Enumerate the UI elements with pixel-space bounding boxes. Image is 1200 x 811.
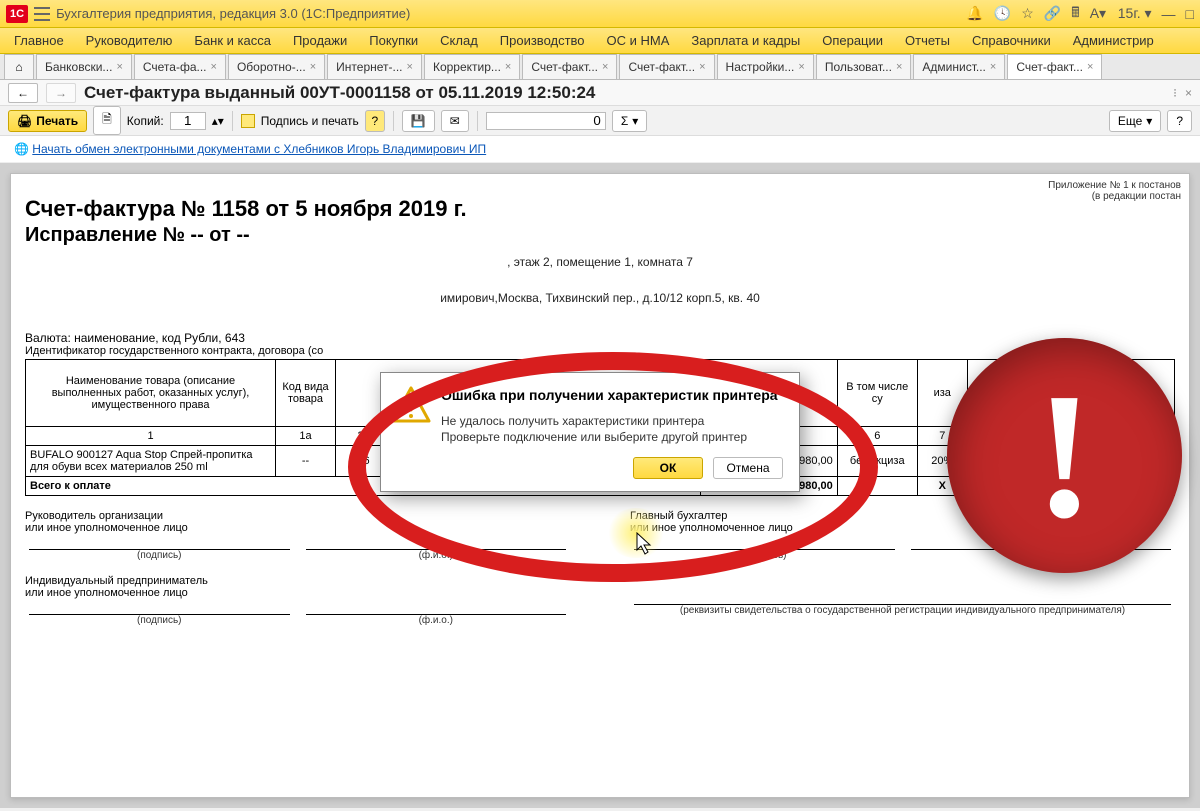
sign-help-button[interactable]: ? [365, 110, 385, 132]
menu-item[interactable]: Продажи [283, 29, 357, 52]
close-icon[interactable]: × [699, 61, 705, 73]
menu-item[interactable]: ОС и НМА [597, 29, 680, 52]
address-line-1: , этаж 2, помещение 1, комната 7 [25, 255, 1175, 269]
tab[interactable]: Оборотно-...× [228, 54, 325, 79]
copies-input[interactable] [170, 112, 206, 130]
save-button[interactable]: 💾 [402, 110, 435, 132]
mail-button[interactable]: ✉ [441, 110, 469, 132]
tab[interactable]: Счета-фа...× [134, 54, 226, 79]
address-line-2: имирович,Москва, Тихвинский пер., д.10/1… [25, 291, 1175, 305]
edo-icon: 🌐 [14, 142, 29, 156]
sigma-icon: Σ [621, 114, 628, 128]
page-title: Счет-фактура выданный 00УТ-0001158 от 05… [84, 83, 595, 103]
tab[interactable]: Счет-факт...× [619, 54, 714, 79]
min-icon[interactable]: — [1162, 6, 1176, 22]
menu-item[interactable]: Покупки [359, 29, 428, 52]
close-icon[interactable]: × [798, 61, 804, 73]
tab[interactable]: Корректир...× [424, 54, 520, 79]
history-icon[interactable]: 🕓 [994, 5, 1011, 22]
edo-link-line: 🌐 Начать обмен электронными документами … [0, 136, 1200, 163]
printer-icon: 🖨 [17, 114, 32, 128]
hamburger-icon[interactable] [34, 7, 50, 21]
navbar: ← → Счет-фактура выданный 00УТ-0001158 о… [0, 80, 1200, 106]
close-page-icon[interactable]: × [1185, 86, 1192, 100]
more-button[interactable]: Еще ▾ [1109, 110, 1161, 132]
bell-icon[interactable]: 🔔 [966, 5, 983, 22]
annex-note: Приложение № 1 к постанов (в редакции по… [1048, 180, 1181, 202]
menu-item[interactable]: Справочники [962, 29, 1061, 52]
th-name: Наименование товара (описание выполненны… [26, 360, 276, 427]
calc-icon[interactable]: 🖩 [1071, 2, 1079, 26]
annotation-exclamation-badge: ! [947, 338, 1182, 573]
forward-button[interactable]: → [46, 83, 76, 103]
tab[interactable]: Банковски...× [36, 54, 132, 79]
menu-item[interactable]: Операции [812, 29, 893, 52]
tab[interactable]: Настройки...× [717, 54, 814, 79]
close-icon[interactable]: × [116, 61, 122, 73]
tab[interactable]: Счет-факт...× [522, 54, 617, 79]
close-icon[interactable]: × [990, 61, 996, 73]
home-tab[interactable]: ⌂ [4, 54, 34, 79]
tab-active[interactable]: Счет-факт...× [1007, 54, 1102, 79]
close-icon[interactable]: × [310, 61, 316, 73]
menu-item[interactable]: Производство [490, 29, 595, 52]
menu-item[interactable]: Склад [430, 29, 488, 52]
th-intomchisle: В том числе су [837, 360, 917, 427]
close-icon[interactable]: × [896, 61, 902, 73]
tab-bar: ⌂ Банковски...× Счета-фа...× Оборотно-..… [0, 54, 1200, 80]
exclamation-icon: ! [1035, 366, 1095, 546]
preview-button[interactable]: 🗎 [93, 106, 121, 135]
stepper-icon[interactable]: ▴▾ [212, 114, 224, 128]
options-icon[interactable]: ⁝ [1173, 86, 1177, 100]
star-icon[interactable]: ☆ [1021, 5, 1034, 22]
close-icon[interactable]: × [505, 61, 511, 73]
currency-line: Валюта: наименование, код Рубли, 643 [25, 331, 1175, 345]
sign-print-label[interactable]: Подпись и печать [261, 114, 359, 128]
user-chip[interactable]: А▾ 15г. ▾ [1090, 5, 1152, 22]
toolbar: 🖨 Печать 🗎 Копий: ▴▾ Подпись и печать ? … [0, 106, 1200, 136]
copies-label: Копий: [127, 114, 164, 128]
menu-item[interactable]: Банк и касса [184, 29, 281, 52]
link-icon[interactable]: 🔗 [1044, 5, 1061, 22]
titlebar-actions: 🔔 🕓 ☆ 🔗 🖩 А▾ 15г. ▾ — □ [966, 2, 1194, 26]
ok-button[interactable]: ОК [633, 457, 703, 479]
correction-title: Исправление № -- от -- [25, 224, 1175, 247]
menu-item[interactable]: Отчеты [895, 29, 960, 52]
back-button[interactable]: ← [8, 83, 38, 103]
edo-link[interactable]: Начать обмен электронными документами с … [32, 142, 486, 156]
menu-item[interactable]: Главное [4, 29, 74, 52]
document-icon: 🗎 [102, 110, 112, 131]
mail-icon: ✉ [450, 114, 460, 128]
close-icon[interactable]: × [211, 61, 217, 73]
sigma-button[interactable]: Σ ▾ [612, 110, 647, 132]
error-dialog: Ошибка при получении характеристик принт… [380, 372, 800, 492]
menu-item[interactable]: Зарплата и кадры [681, 29, 810, 52]
titlebar: 1C Бухгалтерия предприятия, редакция 3.0… [0, 0, 1200, 28]
logo-1c: 1C [6, 5, 28, 23]
sum-input[interactable] [486, 112, 606, 130]
main-menu: Главное Руководителю Банк и касса Продаж… [0, 28, 1200, 54]
dialog-text: Не удалось получить характеристики принт… [441, 413, 783, 445]
close-icon[interactable]: × [407, 61, 413, 73]
app-title: Бухгалтерия предприятия, редакция 3.0 (1… [56, 6, 960, 21]
close-icon[interactable]: × [602, 61, 608, 73]
checkbox-sign[interactable] [241, 114, 255, 128]
th-code: Код вида товара [276, 360, 336, 427]
menu-item[interactable]: Руководителю [76, 29, 183, 52]
help-button[interactable]: ? [1167, 110, 1192, 132]
print-button[interactable]: 🖨 Печать [8, 110, 87, 132]
warning-icon [391, 385, 431, 425]
invoice-title: Счет-фактура № 1158 от 5 ноября 2019 г. [25, 196, 1175, 222]
menu-item[interactable]: Администрир [1063, 29, 1164, 52]
tab[interactable]: Интернет-...× [327, 54, 422, 79]
save-icon: 💾 [411, 114, 426, 128]
tab[interactable]: Пользоват...× [816, 54, 912, 79]
tab[interactable]: Админист...× [913, 54, 1005, 79]
dialog-title: Ошибка при получении характеристик принт… [441, 387, 783, 403]
max-icon[interactable]: □ [1186, 6, 1194, 22]
cancel-button[interactable]: Отмена [713, 457, 783, 479]
close-icon[interactable]: × [1087, 61, 1093, 73]
